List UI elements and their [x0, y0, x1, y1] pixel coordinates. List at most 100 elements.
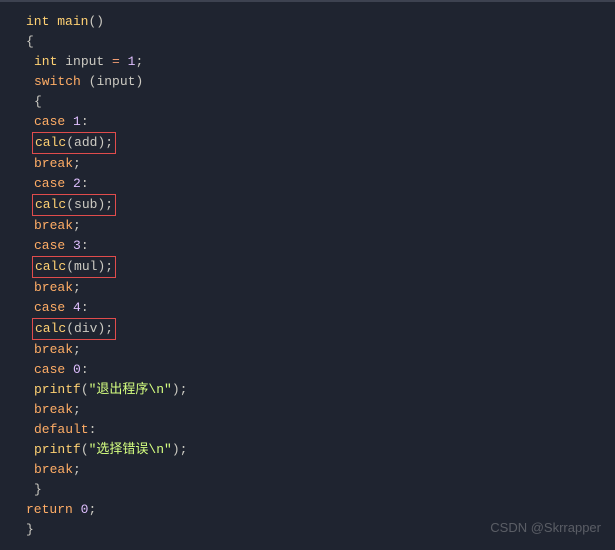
code-line: return 0;: [18, 500, 615, 520]
semicolon: ;: [73, 156, 81, 171]
code-line: {: [18, 92, 615, 112]
code-line: calc(div);: [18, 318, 615, 340]
fn-printf: printf: [34, 382, 81, 397]
paren-close-semi: );: [172, 382, 188, 397]
brace-open: {: [26, 34, 34, 49]
var-input: input: [65, 54, 104, 69]
code-line: {: [18, 32, 615, 52]
semicolon: ;: [73, 462, 81, 477]
keyword-break: break: [34, 342, 73, 357]
paren-open: (: [66, 259, 74, 274]
colon: :: [81, 176, 89, 191]
code-line: printf("退出程序\n");: [18, 380, 615, 400]
keyword-int: int: [26, 14, 49, 29]
keyword-case: case: [34, 362, 65, 377]
fn-calc: calc: [35, 135, 66, 150]
code-line: calc(sub);: [18, 194, 615, 216]
fn-calc: calc: [35, 197, 66, 212]
highlight-box: calc(div);: [32, 318, 116, 340]
op-eq: =: [112, 54, 120, 69]
semicolon: ;: [73, 218, 81, 233]
param-sub: sub: [74, 197, 97, 212]
fn-calc: calc: [35, 259, 66, 274]
param-div: div: [74, 321, 97, 336]
code-line: break;: [18, 216, 615, 236]
code-line: calc(add);: [18, 132, 615, 154]
highlight-box: calc(add);: [32, 132, 116, 154]
code-line: break;: [18, 460, 615, 480]
code-line: switch (input): [18, 72, 615, 92]
case-4: 4: [73, 300, 81, 315]
keyword-case: case: [34, 300, 65, 315]
code-line: break;: [18, 340, 615, 360]
code-line: calc(mul);: [18, 256, 615, 278]
keyword-break: break: [34, 218, 73, 233]
case-1: 1: [73, 114, 81, 129]
code-line: int main(): [18, 12, 615, 32]
code-line: break;: [18, 154, 615, 174]
paren-open: (: [81, 442, 89, 457]
keyword-break: break: [34, 402, 73, 417]
string-err: "选择错误\n": [89, 442, 172, 457]
brace-close: }: [34, 482, 42, 497]
code-line: printf("选择错误\n");: [18, 440, 615, 460]
brace-open: {: [34, 94, 42, 109]
watermark: CSDN @Skrrapper: [490, 518, 601, 538]
semicolon: ;: [73, 342, 81, 357]
semicolon: ;: [73, 280, 81, 295]
string-exit: "退出程序\n": [89, 382, 172, 397]
code-line: case 1:: [18, 112, 615, 132]
param-mul: mul: [74, 259, 97, 274]
keyword-break: break: [34, 156, 73, 171]
brace-close: }: [26, 522, 34, 537]
code-line: int input = 1;: [18, 52, 615, 72]
highlight-box: calc(mul);: [32, 256, 116, 278]
code-editor: int main() { int input = 1; switch (inpu…: [0, 0, 615, 550]
code-line: break;: [18, 278, 615, 298]
keyword-case: case: [34, 176, 65, 191]
keyword-break: break: [34, 462, 73, 477]
paren-open: (: [81, 382, 89, 397]
paren-open: (: [66, 197, 74, 212]
parens: (): [88, 14, 104, 29]
colon: :: [81, 238, 89, 253]
keyword-case: case: [34, 114, 65, 129]
case-2: 2: [73, 176, 81, 191]
paren-open: (: [66, 321, 74, 336]
var-input: input: [96, 74, 135, 89]
code-line: default:: [18, 420, 615, 440]
code-line: case 3:: [18, 236, 615, 256]
keyword-case: case: [34, 238, 65, 253]
fn-printf: printf: [34, 442, 81, 457]
semicolon: ;: [73, 402, 81, 417]
keyword-int: int: [34, 54, 57, 69]
keyword-switch: switch: [34, 74, 81, 89]
function-main: main: [57, 14, 88, 29]
code-line: case 2:: [18, 174, 615, 194]
paren-close-semi: );: [97, 259, 113, 274]
paren-open: (: [66, 135, 74, 150]
paren-close-semi: );: [97, 197, 113, 212]
case-0: 0: [73, 362, 81, 377]
colon: :: [89, 422, 97, 437]
colon: :: [81, 114, 89, 129]
code-line: }: [18, 480, 615, 500]
paren-close-semi: );: [97, 135, 113, 150]
semicolon: ;: [88, 502, 96, 517]
colon: :: [81, 300, 89, 315]
keyword-break: break: [34, 280, 73, 295]
fn-calc: calc: [35, 321, 66, 336]
paren-close: ): [135, 74, 143, 89]
code-line: case 4:: [18, 298, 615, 318]
keyword-return: return: [26, 502, 73, 517]
colon: :: [81, 362, 89, 377]
highlight-box: calc(sub);: [32, 194, 116, 216]
paren-close-semi: );: [97, 321, 113, 336]
paren-close-semi: );: [172, 442, 188, 457]
keyword-default: default: [34, 422, 89, 437]
case-3: 3: [73, 238, 81, 253]
param-add: add: [74, 135, 97, 150]
code-line: break;: [18, 400, 615, 420]
semicolon: ;: [135, 54, 143, 69]
code-line: case 0:: [18, 360, 615, 380]
